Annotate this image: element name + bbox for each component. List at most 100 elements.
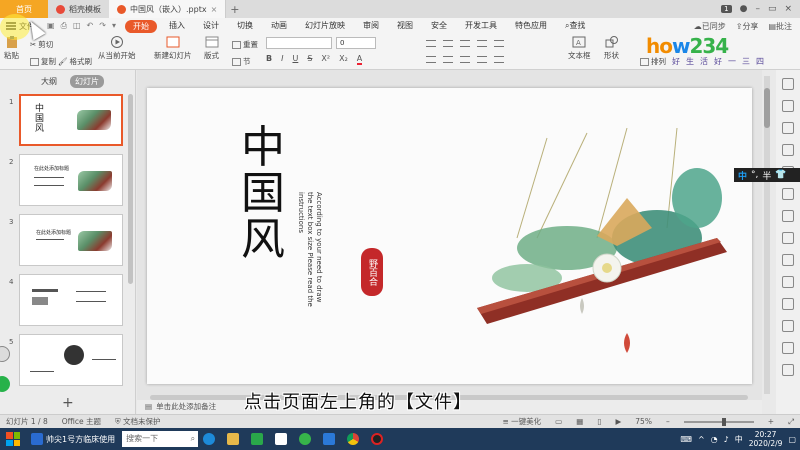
align-left-icon[interactable] [426, 56, 436, 63]
sidebar-tool-icon[interactable] [782, 100, 794, 112]
sync-status[interactable]: ☁已同步 [694, 21, 726, 32]
network-icon[interactable]: ◔ [711, 435, 718, 444]
save-icon[interactable]: ▣ [47, 21, 55, 31]
view-sorter-icon[interactable]: ▦ [576, 417, 583, 426]
menu-animation[interactable]: 动画 [262, 18, 296, 34]
minimize-icon[interactable]: – [755, 4, 760, 14]
slide-thumbnail-2[interactable]: 在此处添加标题 [19, 154, 123, 206]
tab-document[interactable]: 中国风（嵌入）.pptx × [109, 0, 227, 18]
dropdown-icon[interactable]: ▾ [112, 21, 116, 31]
italic-icon[interactable]: I [281, 54, 283, 65]
slide-thumbnail-5[interactable] [19, 334, 123, 386]
numbering-icon[interactable] [443, 40, 453, 47]
slide-thumbnail-3[interactable]: 在此处添加标题 [19, 214, 123, 266]
menu-developer[interactable]: 开发工具 [456, 18, 506, 34]
sidebar-tool-icon[interactable] [782, 232, 794, 244]
sidebar-tool-icon[interactable] [782, 122, 794, 134]
edge-tool-icon[interactable] [0, 346, 10, 362]
sidebar-tool-icon[interactable] [782, 298, 794, 310]
volume-icon[interactable]: ♪ [724, 435, 729, 444]
protection-status[interactable]: ⛨ 文档未保护 [115, 416, 161, 427]
bullets-icon[interactable] [426, 40, 436, 47]
align-right-icon[interactable] [460, 56, 470, 63]
menu-features[interactable]: 特色应用 [506, 18, 556, 34]
font-size-select[interactable]: 0 [336, 37, 376, 49]
beautify-button[interactable]: ≡ 一键美化 [502, 416, 541, 427]
sidebar-tool-icon[interactable] [782, 364, 794, 376]
zoom-in-icon[interactable]: + [768, 417, 774, 426]
notifications-icon[interactable]: ▢ [788, 435, 796, 444]
indent-decrease-icon[interactable] [460, 40, 470, 47]
share-button[interactable]: ⇪分享 [736, 21, 759, 32]
user-avatar-icon[interactable]: ● [740, 4, 748, 14]
taskbar-360[interactable] [294, 430, 316, 448]
tray-up-arrow-icon[interactable]: ^ [698, 435, 705, 444]
sidebar-tool-icon[interactable] [782, 144, 794, 156]
taskbar-wps[interactable] [318, 430, 340, 448]
close-tab-icon[interactable]: × [211, 5, 218, 14]
sidebar-tool-icon[interactable] [782, 342, 794, 354]
zoom-out-icon[interactable]: – [666, 417, 670, 426]
tab-slides[interactable]: 幻灯片 [70, 75, 104, 88]
font-name-select[interactable] [266, 37, 332, 49]
menu-transition[interactable]: 切换 [228, 18, 262, 34]
tab-docer-templates[interactable]: 稻壳模板 [48, 0, 109, 18]
play-slideshow-icon[interactable]: ▶ [616, 417, 622, 426]
bold-icon[interactable]: B [266, 54, 272, 65]
maximize-icon[interactable]: ▭ [768, 4, 777, 14]
new-tab-button[interactable]: + [226, 3, 239, 16]
slide-thumbnail-4[interactable] [19, 274, 123, 326]
view-reading-icon[interactable]: ▯ [597, 417, 601, 426]
slide-thumbnail-1[interactable]: 中国风 [19, 94, 123, 146]
vertical-scrollbar[interactable] [764, 76, 770, 394]
taskbar-ie[interactable] [198, 430, 220, 448]
shape-button[interactable]: 形状 [604, 36, 619, 61]
layout-button[interactable]: 版式 [204, 36, 219, 61]
taskbar-store[interactable] [246, 430, 268, 448]
font-color-icon[interactable]: A [356, 54, 363, 65]
strikethrough-icon[interactable]: S [307, 54, 312, 65]
edge-green-icon[interactable] [0, 376, 10, 392]
copy-button[interactable]: 复制 [30, 56, 56, 67]
print-icon[interactable]: ⎙ [61, 21, 67, 31]
new-slide-button[interactable]: 新建幻灯片 [154, 36, 192, 61]
start-button[interactable] [0, 428, 26, 450]
section-button[interactable]: 节 [232, 56, 251, 67]
tab-outline[interactable]: 大纲 [36, 75, 62, 88]
vertical-scroll-thumb[interactable] [764, 88, 770, 128]
search-menu[interactable]: ⌕查找 [556, 18, 594, 34]
taskbar-chrome[interactable] [342, 430, 364, 448]
comment-button[interactable]: ▤批注 [768, 21, 792, 32]
preview-icon[interactable]: ◫ [73, 21, 81, 31]
ime-indicator[interactable]: 中 °, 半 👕 [734, 168, 800, 182]
sidebar-tool-icon[interactable] [782, 276, 794, 288]
taskbar-recorder[interactable] [366, 430, 388, 448]
fit-window-icon[interactable]: ⤢ [788, 417, 800, 427]
menu-view[interactable]: 视图 [388, 18, 422, 34]
menu-design[interactable]: 设计 [194, 18, 228, 34]
menu-review[interactable]: 审阅 [354, 18, 388, 34]
subscript-icon[interactable]: X₂ [339, 54, 348, 65]
taskbar-cloud[interactable] [270, 430, 292, 448]
sidebar-tool-icon[interactable] [782, 254, 794, 266]
menu-security[interactable]: 安全 [422, 18, 456, 34]
reset-button[interactable]: 重置 [232, 39, 258, 50]
menu-slideshow[interactable]: 幻灯片放映 [296, 18, 354, 34]
taskbar-app-1[interactable]: 帅尖1号方临床使用 [26, 430, 120, 448]
menu-insert[interactable]: 插入 [160, 18, 194, 34]
distribute-icon[interactable] [494, 56, 504, 63]
add-slide-button[interactable]: + [62, 395, 74, 411]
keyboard-icon[interactable]: ⌨ [680, 435, 692, 444]
line-spacing-icon[interactable] [494, 40, 504, 47]
align-center-icon[interactable] [443, 56, 453, 63]
play-from-current-button[interactable]: 从当前开始 [98, 36, 136, 61]
sidebar-tool-icon[interactable] [782, 320, 794, 332]
system-clock[interactable]: 20:27 2020/2/9 [749, 430, 783, 448]
superscript-icon[interactable]: X² [321, 54, 330, 65]
taskbar-explorer[interactable] [222, 430, 244, 448]
underline-icon[interactable]: U [292, 54, 298, 65]
cut-button[interactable]: ✂ 剪切 [30, 39, 53, 50]
notification-badge[interactable]: 1 [721, 5, 732, 13]
menu-home[interactable]: 开始 [124, 19, 157, 33]
sidebar-tool-icon[interactable] [782, 188, 794, 200]
